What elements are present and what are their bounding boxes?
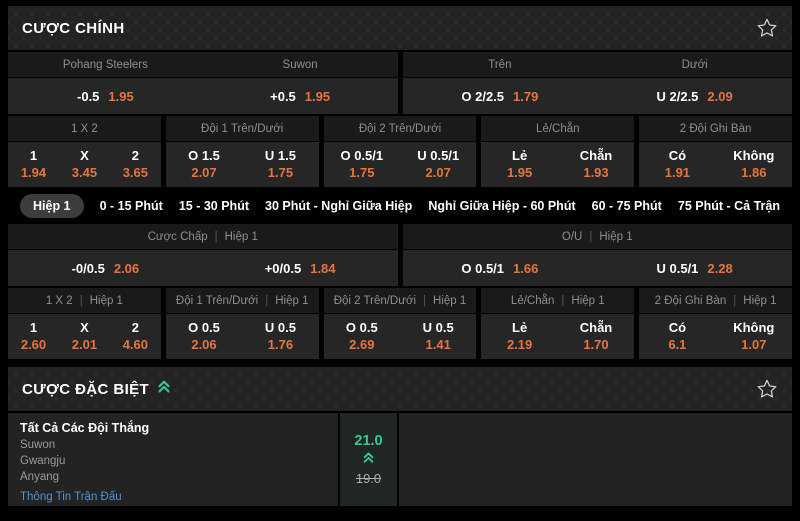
- h1-ou-header: O/U|Hiệp 1: [403, 224, 793, 249]
- tab-ht-60[interactable]: Nghỉ Giữa Hiệp - 60 Phút: [428, 199, 575, 213]
- odds-cell-handicap-away[interactable]: +0.5 1.95: [203, 78, 398, 114]
- odds-cell-x[interactable]: X 3.45: [59, 142, 110, 187]
- match-odds-row: -0.5 1.95 +0.5 1.95 O 2/2.5 1.79 U 2/2.5…: [8, 78, 792, 114]
- h1-header-1x2: 1 X 2|Hiệp 1: [8, 288, 161, 313]
- main-bets-title: CƯỢC CHÍNH: [22, 20, 125, 37]
- odds-cell-h1-odd[interactable]: Lẻ 2.19: [481, 314, 557, 359]
- odds-cell-t2-over[interactable]: O 0.5/1 1.75: [324, 142, 400, 187]
- odds-up-icon: [362, 451, 375, 469]
- section-divider: [8, 359, 792, 367]
- odds-cell-h1-under[interactable]: U 0.5/1 2.28: [597, 250, 792, 286]
- odds-cell-1[interactable]: 1 1.94: [8, 142, 59, 187]
- tab-hiep-1[interactable]: Hiệp 1: [20, 194, 84, 218]
- tab-0-15[interactable]: 0 - 15 Phút: [100, 199, 163, 213]
- team-away-label: Suwon: [203, 59, 398, 71]
- odds-cell-h1-hdp-away[interactable]: +0/0.5 1.84: [203, 250, 398, 286]
- odds-cell-h1-btts-yes[interactable]: Có 6.1: [639, 314, 715, 359]
- odds-cell-h1-t2-over[interactable]: O 0.5 2.69: [324, 314, 400, 359]
- ou-header-group: Trên Dưới: [403, 52, 793, 77]
- match-info-link[interactable]: Thông Tin Trận Đấu: [20, 489, 326, 506]
- tab-75-ft[interactable]: 75 Phút - Cả Trận: [678, 199, 780, 213]
- tab-60-75[interactable]: 60 - 75 Phút: [592, 199, 662, 213]
- fulltime-market-header-row: 1 X 2 Đội 1 Trên/Dưới Đội 2 Trên/Dưới Lẻ…: [8, 116, 792, 141]
- main-bets-header[interactable]: CƯỢC CHÍNH: [8, 6, 792, 50]
- betting-page: CƯỢC CHÍNH Pohang Steelers Suwon Trên Dư…: [0, 0, 800, 521]
- odds-cell-h1-t1-over[interactable]: O 0.5 2.06: [166, 314, 242, 359]
- odds-cell-t2-under[interactable]: U 0.5/1 2.07: [400, 142, 476, 187]
- period-tabbar: Hiệp 1 0 - 15 Phút 15 - 30 Phút 30 Phút …: [8, 187, 792, 224]
- tab-15-30[interactable]: 15 - 30 Phút: [179, 199, 249, 213]
- over-label: Trên: [403, 59, 598, 71]
- market-header-team2-ou: Đội 2 Trên/Dưới: [324, 116, 477, 141]
- current-odds-value: 21.0: [354, 433, 382, 449]
- handicap-header-group: Pohang Steelers Suwon: [8, 52, 398, 77]
- h1-header-btts: 2 Đội Ghi Bàn|Hiệp 1: [639, 288, 792, 313]
- special-market-description: Tất Cả Các Đội Thắng Suwon Gwangju Anyan…: [8, 413, 338, 506]
- fulltime-market-odds-row: 1 1.94 X 3.45 2 3.65 O 1.5 2.07 U: [8, 142, 792, 187]
- special-market-row: Tất Cả Các Đội Thắng Suwon Gwangju Anyan…: [8, 413, 792, 506]
- market-header-oddeven: Lẻ/Chẵn: [481, 116, 634, 141]
- odds-cell-handicap-home[interactable]: -0.5 1.95: [8, 78, 203, 114]
- special-bets-section: CƯỢC ĐẶC BIỆT Tất Cả Các Đội Thắng Suwon…: [8, 367, 792, 506]
- h1-handicap-header-row: Cược Chấp|Hiệp 1 O/U|Hiệp 1: [8, 224, 792, 249]
- special-bets-title: CƯỢC ĐẶC BIỆT: [22, 381, 149, 398]
- odds-cell-h1-x[interactable]: X 2.01: [59, 314, 110, 359]
- special-odds-cell[interactable]: 21.0 19.0: [340, 413, 397, 506]
- h1-market-odds-row: 1 2.60 X 2.01 2 4.60 O 0.5 2.06 U: [8, 314, 792, 359]
- favorite-star-icon[interactable]: [756, 378, 778, 400]
- previous-odds-value: 19.0: [356, 471, 381, 486]
- odds-cell-odd[interactable]: Lẻ 1.95: [481, 142, 557, 187]
- h1-handicap-header: Cược Chấp|Hiệp 1: [8, 224, 398, 249]
- odds-cell-h1-2[interactable]: 2 4.60: [110, 314, 161, 359]
- market-header-1x2: 1 X 2: [8, 116, 161, 141]
- special-team-2: Gwangju: [20, 453, 326, 469]
- odds-cell-h1-even[interactable]: Chẵn 1.70: [558, 314, 634, 359]
- odds-cell-under[interactable]: U 2/2.5 2.09: [597, 78, 792, 114]
- empty-panel: [399, 413, 792, 506]
- odds-cell-t1-over[interactable]: O 1.5 2.07: [166, 142, 242, 187]
- odds-cell-h1-over[interactable]: O 0.5/1 1.66: [403, 250, 598, 286]
- special-team-1: Suwon: [20, 437, 326, 453]
- collapse-chevron-up-icon[interactable]: [157, 379, 171, 399]
- tab-30-ht[interactable]: 30 Phút - Nghỉ Giữa Hiệp: [265, 199, 412, 213]
- under-label: Dưới: [597, 59, 792, 71]
- team-home-label: Pohang Steelers: [8, 59, 203, 71]
- market-header-team1-ou: Đội 1 Trên/Dưới: [166, 116, 319, 141]
- h1-market-header-row: 1 X 2|Hiệp 1 Đội 1 Trên/Dưới|Hiệp 1 Đội …: [8, 288, 792, 313]
- market-header-btts: 2 Đội Ghi Bàn: [639, 116, 792, 141]
- odds-cell-over[interactable]: O 2/2.5 1.79: [403, 78, 598, 114]
- odds-cell-h1-t1-under[interactable]: U 0.5 1.76: [242, 314, 318, 359]
- h1-header-team1-ou: Đội 1 Trên/Dưới|Hiệp 1: [166, 288, 319, 313]
- odds-cell-t1-under[interactable]: U 1.5 1.75: [242, 142, 318, 187]
- odds-cell-h1-t2-under[interactable]: U 0.5 1.41: [400, 314, 476, 359]
- odds-cell-h1-1[interactable]: 1 2.60: [8, 314, 59, 359]
- match-header-row: Pohang Steelers Suwon Trên Dưới: [8, 52, 792, 77]
- h1-header-team2-ou: Đội 2 Trên/Dưới|Hiệp 1: [324, 288, 477, 313]
- main-bets-section: CƯỢC CHÍNH Pohang Steelers Suwon Trên Dư…: [8, 6, 792, 359]
- odds-cell-h1-hdp-home[interactable]: -0/0.5 2.06: [8, 250, 203, 286]
- special-team-3: Anyang: [20, 469, 326, 485]
- favorite-star-icon[interactable]: [756, 17, 778, 39]
- h1-handicap-odds-row: -0/0.5 2.06 +0/0.5 1.84 O 0.5/1 1.66 U 0…: [8, 250, 792, 286]
- odds-cell-h1-btts-no[interactable]: Không 1.07: [716, 314, 792, 359]
- special-market-title: Tất Cả Các Đội Thắng: [20, 420, 326, 437]
- odds-cell-even[interactable]: Chẵn 1.93: [558, 142, 634, 187]
- odds-cell-btts-yes[interactable]: Có 1.91: [639, 142, 715, 187]
- h1-header-oddeven: Lẻ/Chẵn|Hiệp 1: [481, 288, 634, 313]
- special-bets-header[interactable]: CƯỢC ĐẶC BIỆT: [8, 367, 792, 411]
- odds-cell-2[interactable]: 2 3.65: [110, 142, 161, 187]
- odds-cell-btts-no[interactable]: Không 1.86: [716, 142, 792, 187]
